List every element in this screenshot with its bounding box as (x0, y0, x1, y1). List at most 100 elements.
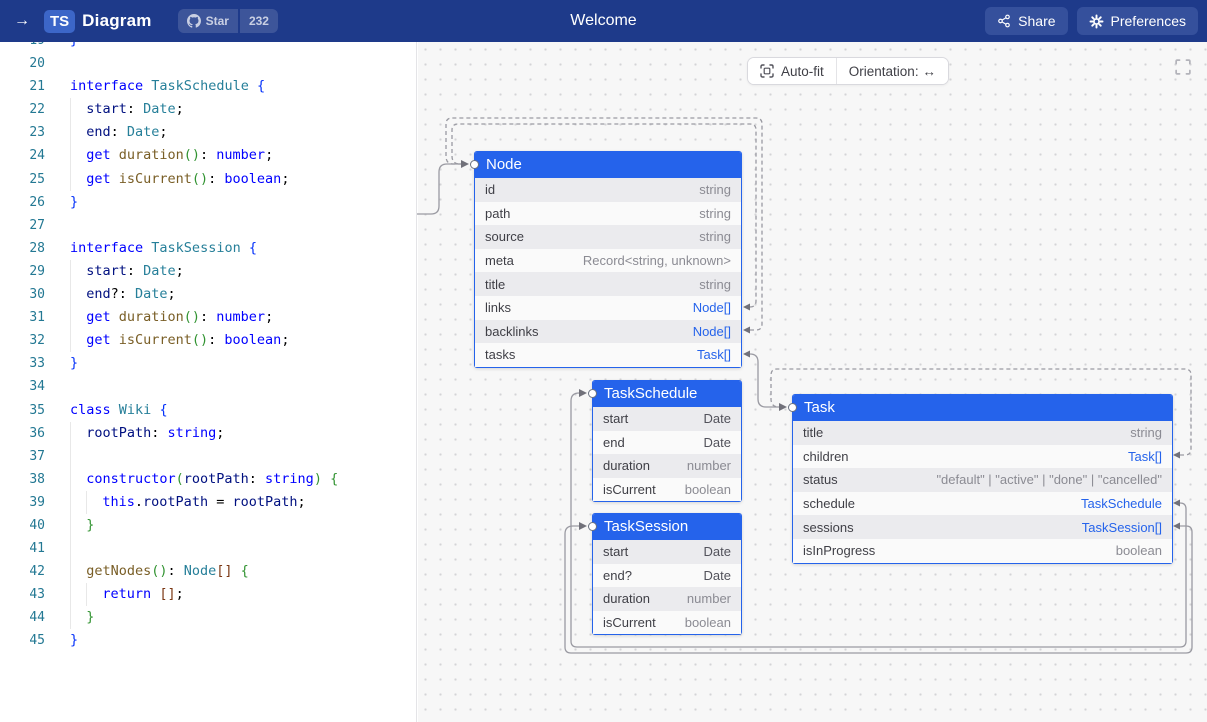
code-line[interactable]: 35class Wiki { (0, 399, 416, 422)
code-line[interactable]: 24get duration(): number; (0, 144, 416, 167)
field-type: Date (704, 435, 731, 450)
field-name: children (803, 449, 849, 464)
entity-task[interactable]: TasktitlestringchildrenTask[]status"defa… (792, 394, 1173, 564)
entity-field-row: durationnumber (593, 454, 741, 478)
share-button[interactable]: Share (985, 7, 1067, 35)
code-line[interactable]: 38constructor(rootPath: string) { (0, 468, 416, 491)
code-line[interactable]: 29start: Date; (0, 260, 416, 283)
indent-guide (70, 537, 71, 560)
ts-logo-badge: TS (44, 10, 75, 33)
entity-field-row: isInProgress boolean (793, 539, 1172, 563)
code-line[interactable]: 37 (0, 445, 416, 468)
code-text: rootPath: string; (70, 422, 224, 445)
indent-guide (70, 445, 71, 468)
field-type[interactable]: Node[] (693, 300, 731, 315)
field-name: backlinks (485, 324, 538, 339)
preferences-button[interactable]: Preferences (1077, 7, 1198, 35)
line-number: 29 (0, 260, 45, 283)
entity-header[interactable]: Node (475, 152, 741, 178)
line-number: 43 (0, 583, 45, 606)
line-number: 23 (0, 121, 45, 144)
field-name: sessions (803, 520, 854, 535)
code-line[interactable]: 30end?: Date; (0, 283, 416, 306)
code-lines: 19}2021interface TaskSchedule {22start: … (0, 42, 416, 653)
code-line[interactable]: 43return []; (0, 583, 416, 606)
code-line[interactable]: 45} (0, 629, 416, 652)
code-editor[interactable]: 19}2021interface TaskSchedule {22start: … (0, 42, 417, 722)
field-type[interactable]: Task[] (1128, 449, 1162, 464)
entity-field-row: sourcestring (475, 225, 741, 249)
entity-target-handle[interactable] (588, 522, 597, 531)
entity-target-handle[interactable] (788, 403, 797, 412)
code-line[interactable]: 42getNodes(): Node[] { (0, 560, 416, 583)
entity-field-row: sessions TaskSession[] (793, 515, 1172, 539)
line-number: 35 (0, 399, 45, 422)
field-type[interactable]: Node[] (693, 324, 731, 339)
line-number: 26 (0, 191, 45, 214)
code-line[interactable]: 32get isCurrent(): boolean; (0, 329, 416, 352)
code-line[interactable]: 25get isCurrent(): boolean; (0, 168, 416, 191)
entity-node[interactable]: NodeidstringpathstringsourcestringmetaRe… (474, 151, 742, 368)
collapse-editor-icon[interactable]: → (14, 12, 34, 30)
github-star-label: Star (206, 14, 229, 28)
field-name: isInProgress (803, 543, 875, 558)
line-number: 27 (0, 214, 45, 237)
autofit-label: Auto-fit (781, 64, 824, 79)
entity-header[interactable]: TaskSession (593, 514, 741, 540)
code-line[interactable]: 20 (0, 52, 416, 75)
field-name: title (803, 425, 823, 440)
code-line[interactable]: 23end: Date; (0, 121, 416, 144)
line-number: 20 (0, 52, 45, 75)
orientation-button[interactable]: Orientation: ↔ (836, 58, 948, 84)
entity-field-row: scheduleTaskSchedule (793, 492, 1172, 516)
entity-header[interactable]: TaskSchedule (593, 381, 741, 407)
code-line[interactable]: 22start: Date; (0, 98, 416, 121)
autofit-icon (760, 64, 774, 78)
code-text: } (70, 352, 78, 375)
code-text: } (70, 42, 78, 52)
entity-target-handle[interactable] (588, 389, 597, 398)
entity-field-row: startDate (593, 407, 741, 431)
entity-field-row: end Date (593, 431, 741, 455)
app-logo[interactable]: TS Diagram (44, 10, 152, 33)
code-line[interactable]: 28interface TaskSession { (0, 237, 416, 260)
line-number: 32 (0, 329, 45, 352)
entity-tasksession[interactable]: TaskSessionstartDateend?Datedurationnumb… (592, 513, 742, 635)
code-line[interactable]: 44} (0, 606, 416, 629)
code-text: end?: Date; (70, 283, 176, 306)
field-type[interactable]: TaskSession[] (1082, 520, 1162, 535)
fullscreen-icon[interactable] (1175, 59, 1191, 75)
entity-title: TaskSession (604, 518, 688, 535)
entity-header[interactable]: Task (793, 395, 1172, 421)
code-line[interactable]: 27 (0, 214, 416, 237)
navbar: Welcome → TS Diagram Star 232 Share (0, 0, 1207, 42)
code-line[interactable]: 21interface TaskSchedule { (0, 75, 416, 98)
field-type[interactable]: TaskSchedule (1081, 496, 1162, 511)
share-button-label: Share (1018, 13, 1055, 29)
code-line[interactable]: 19} (0, 42, 416, 52)
code-line[interactable]: 26} (0, 191, 416, 214)
entity-taskschedule[interactable]: TaskSchedule startDate end Date durationnumb… (592, 380, 742, 502)
field-name: links (485, 300, 511, 315)
code-line[interactable]: 31get duration(): number; (0, 306, 416, 329)
github-star-widget[interactable]: Star 232 (178, 9, 278, 33)
diagram-canvas[interactable] (418, 42, 1207, 722)
preferences-button-label: Preferences (1111, 13, 1186, 29)
code-line[interactable]: 36rootPath: string; (0, 422, 416, 445)
code-line[interactable]: 40} (0, 514, 416, 537)
field-type[interactable]: Task[] (697, 347, 731, 362)
autofit-button[interactable]: Auto-fit (748, 58, 836, 84)
field-type: boolean (1116, 543, 1162, 558)
entity-title: TaskSchedule (604, 385, 697, 402)
code-line[interactable]: 41 (0, 537, 416, 560)
code-line[interactable]: 34 (0, 375, 416, 398)
code-line[interactable]: 39this.rootPath = rootPath; (0, 491, 416, 514)
code-line[interactable]: 33} (0, 352, 416, 375)
field-type: Record<string, unknown> (583, 253, 731, 268)
field-type: number (687, 458, 731, 473)
field-name: end (603, 435, 625, 450)
entity-field-row: isCurrentboolean (593, 478, 741, 502)
field-type: string (699, 182, 731, 197)
entity-target-handle[interactable] (470, 160, 479, 169)
code-text: getNodes(): Node[] { (70, 560, 249, 583)
